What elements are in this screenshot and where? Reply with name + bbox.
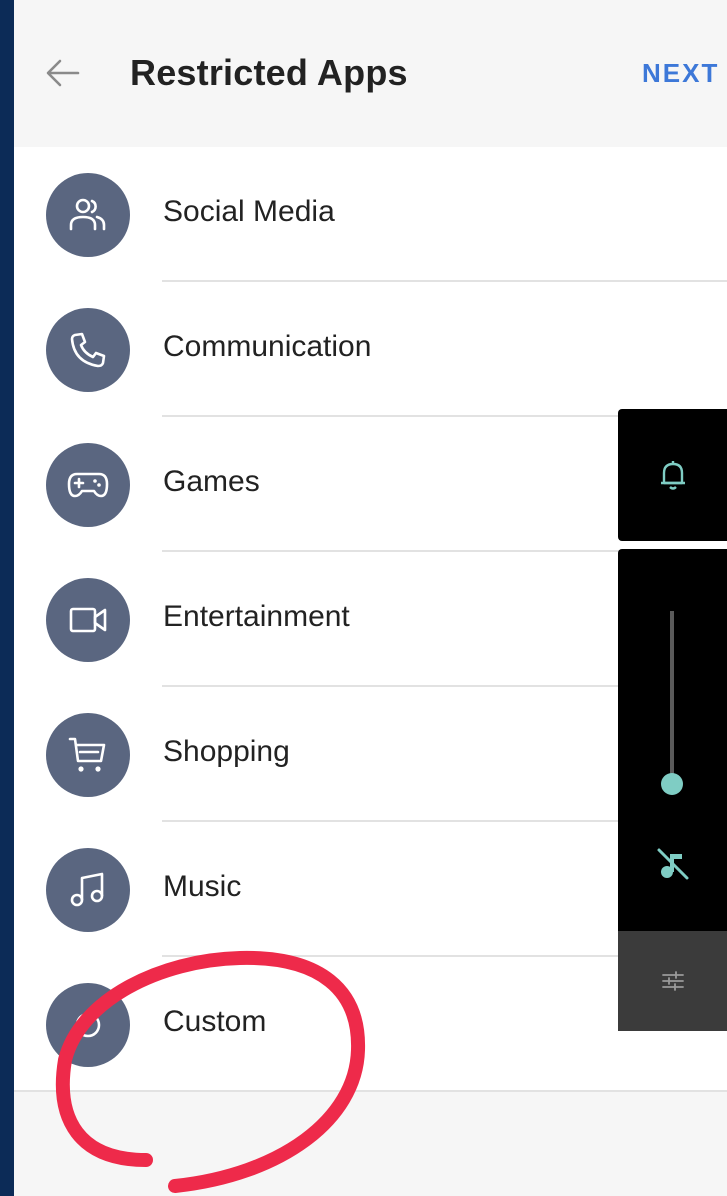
category-label: Social Media <box>163 195 335 228</box>
category-label: Custom <box>163 1005 267 1038</box>
bell-icon <box>660 461 685 490</box>
custom-icon <box>75 1012 101 1038</box>
music-note-icon <box>70 872 104 907</box>
app-bar: Restricted Apps NEXT <box>14 0 727 147</box>
volume-slider-track[interactable] <box>670 611 674 783</box>
category-avatar <box>46 308 130 392</box>
category-label: Shopping <box>163 735 290 768</box>
gamepad-icon <box>67 472 109 498</box>
volume-settings-button[interactable] <box>618 931 727 1031</box>
category-label: Communication <box>163 330 372 363</box>
category-label: Games <box>163 465 260 498</box>
volume-panel <box>618 549 727 931</box>
ringer-mode-button[interactable] <box>618 409 727 541</box>
category-label: Music <box>163 870 242 903</box>
category-avatar <box>46 443 130 527</box>
volume-slider-thumb[interactable] <box>661 773 683 795</box>
category-label: Entertainment <box>163 600 350 633</box>
sliders-icon <box>661 971 684 991</box>
category-avatar <box>46 578 130 662</box>
category-item-communication[interactable]: Communication <box>14 282 727 417</box>
bottom-bar <box>14 1090 727 1196</box>
category-item-social-media[interactable]: Social Media <box>14 147 727 282</box>
next-button[interactable]: NEXT <box>642 58 719 89</box>
category-avatar <box>46 173 130 257</box>
music-off-icon <box>657 848 689 880</box>
phone-icon <box>70 332 106 368</box>
video-camera-icon <box>69 607 107 633</box>
category-avatar <box>46 983 130 1067</box>
category-avatar <box>46 713 130 797</box>
mute-media-button[interactable] <box>654 845 692 883</box>
back-button[interactable] <box>38 48 88 98</box>
app-screen: Restricted Apps NEXT Social Media Commun… <box>14 0 727 1196</box>
cart-icon <box>68 737 106 772</box>
page-title: Restricted Apps <box>130 52 408 93</box>
category-avatar <box>46 848 130 932</box>
people-icon <box>69 198 106 231</box>
arrow-left-icon <box>46 59 80 87</box>
